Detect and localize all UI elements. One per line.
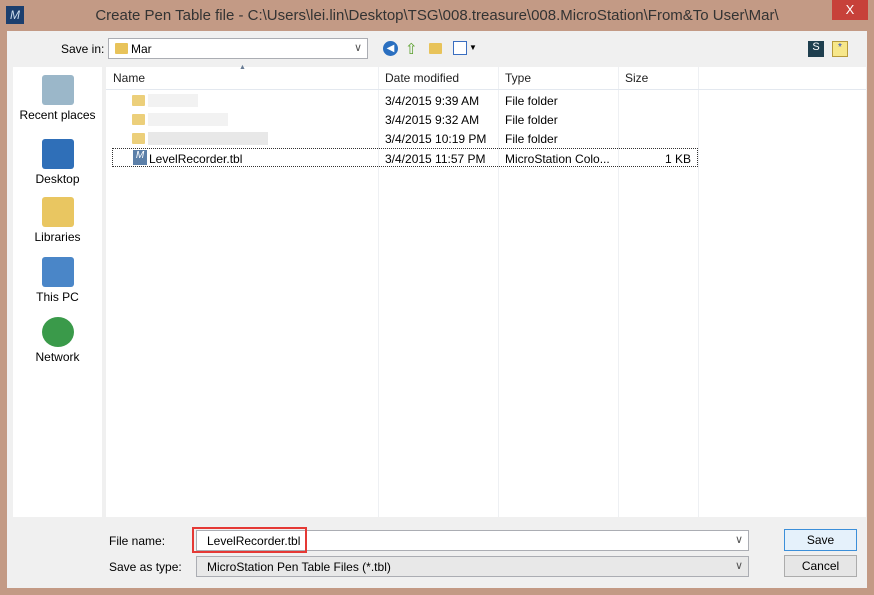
- sort-arrow-icon: ▲: [239, 64, 246, 71]
- place-label: Network: [35, 350, 80, 364]
- save-as-type-value: MicroStation Pen Table Files (*.tbl): [207, 560, 391, 574]
- folder-icon: [132, 133, 145, 144]
- row-size: 1 KB: [664, 152, 691, 166]
- this-pc-icon: [41, 257, 74, 287]
- blurred-name: [148, 132, 268, 145]
- table-row[interactable]: 3/4/2015 9:32 AM File folder: [106, 110, 866, 129]
- column-type[interactable]: Type: [505, 71, 531, 85]
- chevron-down-icon: ∨: [734, 560, 743, 572]
- row-date: 3/4/2015 9:39 AM: [385, 94, 480, 108]
- place-desktop[interactable]: Desktop: [13, 139, 102, 186]
- row-name: LevelRecorder.tbl: [149, 152, 243, 166]
- desktop-icon: [41, 139, 74, 169]
- place-recent-places[interactable]: Recent places: [13, 75, 102, 122]
- blurred-name: [148, 113, 228, 126]
- row-date: 3/4/2015 11:57 PM: [385, 152, 486, 166]
- save-in-value: Mar: [131, 42, 152, 56]
- highlight-box: [192, 527, 307, 553]
- column-header-row: [106, 67, 866, 90]
- cancel-button[interactable]: Cancel: [784, 555, 857, 577]
- row-type: File folder: [505, 94, 558, 108]
- row-date: 3/4/2015 10:19 PM: [385, 132, 487, 146]
- favorites-icon[interactable]: *: [832, 41, 848, 57]
- chevron-down-icon[interactable]: ∨: [735, 533, 743, 546]
- back-icon[interactable]: ◀: [383, 41, 398, 56]
- microstation-file-icon: M: [133, 150, 147, 165]
- window-title: Create Pen Table file - C:\Users\lei.lin…: [95, 7, 779, 24]
- row-type: File folder: [505, 132, 558, 146]
- place-label: Recent places: [19, 108, 96, 122]
- column-date-modified[interactable]: Date modified: [385, 71, 459, 85]
- table-row[interactable]: 3/4/2015 10:19 PM File folder: [106, 129, 866, 148]
- up-folder-icon[interactable]: ⇧: [405, 40, 418, 58]
- place-this-pc[interactable]: This PC: [13, 257, 102, 304]
- save-in-label: Save in:: [61, 42, 105, 56]
- folder-icon: [132, 95, 145, 106]
- table-row[interactable]: 3/4/2015 9:39 AM File folder: [106, 91, 866, 110]
- file-list: ▲ Name Date modified Type Size 3/4/2015 …: [106, 64, 866, 517]
- folder-icon: [132, 114, 145, 125]
- file-name-label: File name:: [109, 534, 166, 548]
- place-label: Libraries: [34, 230, 81, 244]
- place-libraries[interactable]: Libraries: [13, 197, 102, 244]
- title-bar: M Create Pen Table file - C:\Users\lei.l…: [0, 0, 874, 31]
- table-row-selected[interactable]: M LevelRecorder.tbl 3/4/2015 11:57 PM Mi…: [112, 148, 698, 167]
- places-bar: Recent places Desktop Libraries This PC …: [13, 67, 102, 517]
- blurred-name: [148, 94, 198, 107]
- place-network[interactable]: Network: [13, 317, 102, 364]
- row-type: File folder: [505, 113, 558, 127]
- close-button[interactable]: X: [832, 0, 868, 20]
- row-type: MicroStation Colo...: [505, 152, 610, 166]
- new-folder-icon[interactable]: [429, 43, 442, 54]
- folder-icon: [115, 43, 128, 54]
- recent-places-icon: [41, 75, 74, 105]
- save-in-dropdown[interactable]: Mar ∨: [108, 38, 368, 59]
- libraries-icon: [41, 197, 74, 227]
- save-button[interactable]: Save: [784, 529, 857, 551]
- microstation-s-icon[interactable]: S: [808, 41, 824, 57]
- view-menu-icon[interactable]: [453, 41, 467, 55]
- place-label: This PC: [36, 290, 79, 304]
- chevron-down-icon[interactable]: ▼: [469, 43, 477, 52]
- save-as-type-label: Save as type:: [109, 560, 182, 574]
- column-name[interactable]: Name: [113, 71, 145, 85]
- row-date: 3/4/2015 9:32 AM: [385, 113, 480, 127]
- chevron-down-icon: ∨: [353, 42, 362, 54]
- column-size[interactable]: Size: [625, 71, 648, 85]
- save-as-type-dropdown[interactable]: MicroStation Pen Table Files (*.tbl) ∨: [196, 556, 749, 577]
- place-label: Desktop: [35, 172, 80, 186]
- network-icon: [41, 317, 74, 347]
